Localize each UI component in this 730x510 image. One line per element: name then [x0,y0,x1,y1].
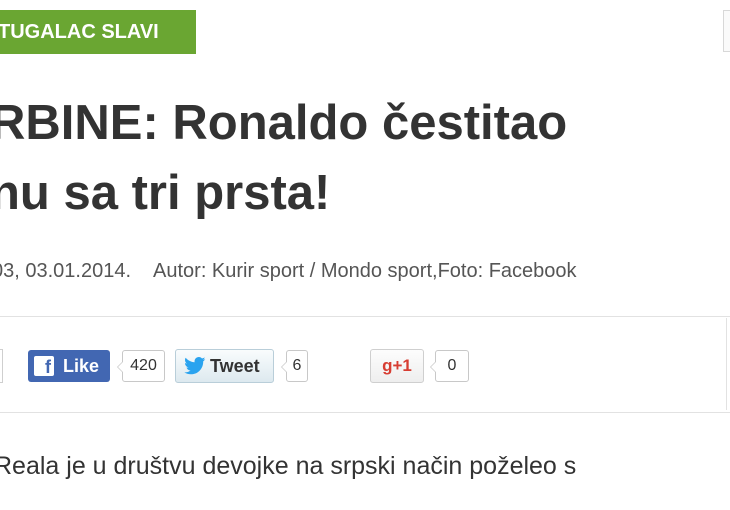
corner-box [723,10,730,52]
article-body-line: Reala je u društvu devojke na srpski nač… [0,452,577,480]
facebook-like-button[interactable]: f Like [28,350,110,382]
facebook-like-count: 420 [117,350,165,382]
article-author: Autor: Kurir sport / Mondo sport,Foto: F… [153,260,577,282]
share-bar-edge-stub [0,349,3,383]
tweet-button[interactable]: Tweet [175,349,274,383]
article-meta: 03, 03.01.2014. Autor: Kurir sport / Mond… [0,260,730,283]
article-date: 03, 03.01.2014. [0,260,132,282]
article-body-snippet: Reala je u društvu devojke na srpski nač… [0,452,730,481]
google-plus-count: 0 [430,350,469,382]
share-bar-vertical-divider [726,318,727,410]
facebook-like-label: Like [63,355,100,376]
category-tag-label: TUGALAC SLAVI [0,21,159,43]
share-bar-bottom-divider [0,412,730,413]
tweet-label: Tweet [210,355,260,376]
headline-line-1: RBINE: Ronaldo čestitao [0,96,568,150]
facebook-icon: f [34,356,54,376]
category-tag[interactable]: TUGALAC SLAVI [0,10,196,54]
share-bar-top-divider [0,316,730,317]
google-plus-one-button[interactable]: g+1 [370,349,424,383]
twitter-bird-icon [184,357,206,375]
tweet-count: 6 [281,350,308,382]
article-headline: RBINE: Ronaldo čestitao nu sa tri prsta! [0,88,730,228]
headline-line-2: nu sa tri prsta! [0,166,331,220]
